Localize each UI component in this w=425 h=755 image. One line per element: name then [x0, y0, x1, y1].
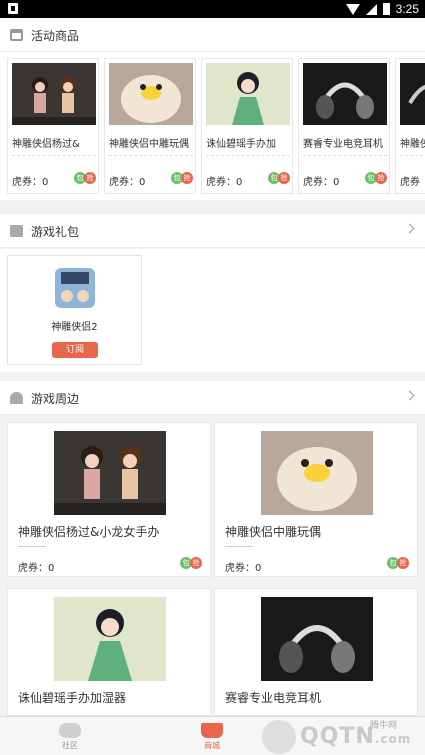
plush-photo — [109, 63, 193, 125]
activity-item-name: 赛睿专业电竞耳机 — [303, 139, 383, 150]
activity-card[interactable]: 神雕侠 虎券 — [395, 58, 425, 194]
grab-badge[interactable]: 抢 — [278, 172, 290, 184]
merch-item-name: 赛睿专业电竞耳机 — [225, 691, 322, 705]
headphones-photo — [261, 597, 373, 681]
gift-card[interactable]: 神雕侠侣2 订阅 — [7, 255, 142, 365]
notification-icon — [8, 3, 18, 14]
wifi-icon — [345, 3, 360, 15]
activity-item-name: 神雕侠侣中雕玩偶 — [109, 139, 189, 150]
figure-photo — [54, 597, 166, 681]
activity-card[interactable]: 诛仙碧瑶手办加 虎券：0 包抢 — [201, 58, 293, 194]
chevron-right-icon[interactable] — [404, 390, 415, 401]
gifts-section-header[interactable]: 游戏礼包 — [0, 214, 425, 248]
divider — [400, 155, 425, 156]
activity-item-price: 虎券：0 — [303, 177, 340, 188]
watermark-cn: 腾牛网 — [370, 721, 398, 731]
divider — [109, 155, 193, 156]
watermark-logo — [262, 720, 296, 754]
merch-item-name: 神雕侠侣中雕玩偶 — [225, 525, 322, 539]
gifts-section-title: 游戏礼包 — [31, 225, 80, 239]
signal-icon — [365, 3, 377, 15]
merch-section-title: 游戏周边 — [31, 392, 80, 406]
gift-icon — [10, 225, 23, 237]
activity-item-name: 诛仙碧瑶手办加 — [206, 139, 276, 150]
activity-item-price: 虎券：0 — [109, 177, 146, 188]
activity-card[interactable]: 神雕侠侣中雕玩偶 虎券：0 包抢 — [104, 58, 196, 194]
cart-icon — [201, 723, 223, 738]
activity-item-name: 神雕侠侣杨过& — [12, 139, 80, 150]
activity-section-header: 活动商品 — [0, 18, 425, 52]
activity-card[interactable]: 神雕侠侣杨过& 虎券：0 包抢 — [7, 58, 99, 194]
figure-photo — [206, 63, 290, 125]
grab-badge[interactable]: 抢 — [84, 172, 96, 184]
figure-photo — [54, 431, 166, 515]
tab-label: 商城 — [204, 741, 220, 750]
status-bar: 3:25 — [0, 0, 425, 18]
figure-photo — [12, 63, 96, 125]
divider — [18, 546, 46, 547]
headphones-photo — [400, 63, 425, 125]
merch-item-price: 虎券：0 — [225, 563, 262, 574]
gift-game-name: 神雕侠侣2 — [51, 322, 98, 333]
grab-badge[interactable]: 抢 — [190, 557, 202, 569]
merch-card[interactable]: 神雕侠侣中雕玩偶 虎券：0 包抢 — [214, 422, 418, 577]
merch-card[interactable]: 诛仙碧瑶手办加湿器 — [7, 588, 211, 716]
store-icon — [10, 29, 23, 41]
divider — [206, 155, 290, 156]
activity-item-price: 虎券：0 — [12, 177, 49, 188]
merch-item-price: 虎券：0 — [18, 563, 55, 574]
chevron-right-icon[interactable] — [404, 223, 415, 234]
activity-carousel[interactable]: 神雕侠侣杨过& 虎券：0 包抢 神雕侠侣中雕玩偶 虎券：0 包抢 诛仙碧瑶手办加… — [0, 52, 425, 200]
merch-item-name: 诛仙碧瑶手办加湿器 — [18, 691, 127, 705]
watermark: QQTN.com 腾牛网 — [262, 718, 422, 754]
game-app-icon — [55, 268, 95, 308]
subscribe-button[interactable]: 订阅 — [52, 342, 98, 358]
activity-card[interactable]: 赛睿专业电竞耳机 虎券：0 包抢 — [298, 58, 390, 194]
battery-icon — [382, 3, 390, 15]
activity-item-name: 神雕侠 — [400, 139, 425, 150]
plush-photo — [261, 431, 373, 515]
merch-item-name: 神雕侠侣杨过&小龙女手办 — [18, 525, 160, 539]
tab-mall[interactable]: 商城 — [182, 719, 242, 755]
grab-badge[interactable]: 抢 — [375, 172, 387, 184]
divider — [12, 155, 96, 156]
merch-card[interactable]: 赛睿专业电竞耳机 — [214, 588, 418, 716]
grab-badge[interactable]: 抢 — [181, 172, 193, 184]
headphones-photo — [303, 63, 387, 125]
gamepad-icon — [59, 723, 81, 738]
divider — [303, 155, 387, 156]
activity-section-title: 活动商品 — [31, 29, 80, 43]
ghost-icon — [10, 392, 23, 404]
divider — [225, 546, 253, 547]
tab-community[interactable]: 社区 — [40, 719, 100, 755]
grab-badge[interactable]: 抢 — [397, 557, 409, 569]
merch-card[interactable]: 神雕侠侣杨过&小龙女手办 虎券：0 包抢 — [7, 422, 211, 577]
activity-item-price: 虎券 — [400, 177, 420, 188]
activity-item-price: 虎券：0 — [206, 177, 243, 188]
status-time: 3:25 — [395, 2, 419, 16]
tab-label: 社区 — [62, 741, 78, 750]
merch-section-header[interactable]: 游戏周边 — [0, 381, 425, 415]
